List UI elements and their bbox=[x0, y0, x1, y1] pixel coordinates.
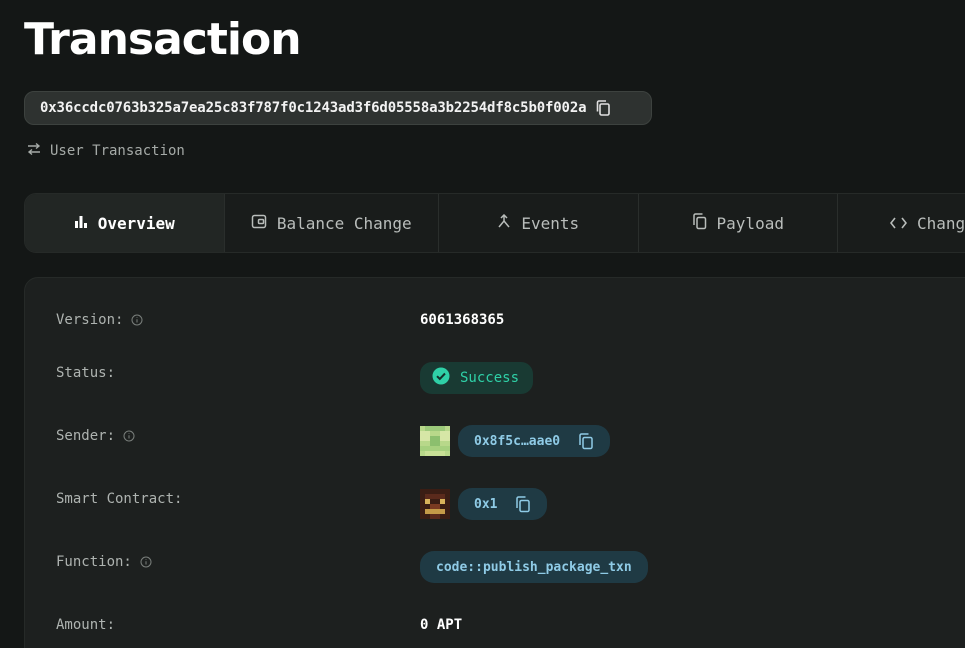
smart-contract-label: Smart Contract: bbox=[56, 491, 182, 507]
copy-doc-icon bbox=[692, 212, 707, 234]
info-icon[interactable] bbox=[123, 430, 135, 442]
transaction-type: User Transaction bbox=[26, 142, 185, 160]
label-text: Version: bbox=[56, 312, 124, 328]
amount-row: Amount: bbox=[56, 616, 115, 634]
label-text: Smart Contract: bbox=[56, 491, 183, 507]
tab-label: Payload bbox=[716, 213, 784, 233]
check-circle-icon bbox=[432, 367, 450, 389]
transaction-hash: 0x36ccdc0763b325a7ea25c83f787f0c1243ad3f… bbox=[40, 100, 587, 116]
transaction-type-label: User Transaction bbox=[50, 143, 185, 159]
version-row: Version: bbox=[56, 311, 143, 329]
amount-value-wrap: 0 APT bbox=[420, 616, 462, 634]
tab-changes[interactable]: Changes bbox=[838, 194, 965, 252]
amount-value: 0 APT bbox=[420, 617, 463, 633]
copy-icon[interactable] bbox=[594, 99, 612, 117]
contract-address: 0x1 bbox=[474, 496, 498, 512]
copy-icon[interactable] bbox=[578, 432, 594, 450]
label-text: Status: bbox=[56, 365, 116, 381]
smart-contract-row: Smart Contract: bbox=[56, 490, 182, 508]
code-icon bbox=[889, 214, 908, 233]
tab-label: Overview bbox=[97, 213, 175, 233]
function-row: Function: bbox=[56, 553, 152, 571]
wallet-icon bbox=[251, 214, 267, 233]
status-text: Success bbox=[460, 370, 520, 386]
sender-value-wrap: 0x8f5c…aae0 bbox=[420, 425, 611, 457]
amount-label: Amount: bbox=[56, 617, 115, 633]
sender-address-pill[interactable]: 0x8f5c…aae0 bbox=[458, 425, 611, 457]
tab-label: Events bbox=[521, 213, 580, 233]
status-row: Status: bbox=[56, 364, 115, 382]
tab-balance-change[interactable]: Balance Change bbox=[225, 194, 439, 252]
transaction-hash-pill: 0x36ccdc0763b325a7ea25c83f787f0c1243ad3f… bbox=[24, 91, 652, 125]
sender-address: 0x8f5c…aae0 bbox=[474, 433, 561, 449]
sender-row: Sender: bbox=[56, 427, 135, 445]
version-label: Version: bbox=[56, 312, 143, 328]
overview-panel: Version: 6061368365 Status: Success Send… bbox=[24, 277, 965, 648]
status-value-wrap: Success bbox=[420, 362, 534, 394]
contract-avatar bbox=[420, 489, 450, 519]
smart-contract-value-wrap: 0x1 bbox=[420, 488, 548, 520]
page-title: Transaction bbox=[24, 14, 302, 65]
status-badge: Success bbox=[420, 362, 534, 394]
function-value-wrap: code::publish_package_txn bbox=[420, 551, 648, 583]
tab-bar: Overview Balance Change Events Payload C… bbox=[24, 193, 965, 253]
copy-icon[interactable] bbox=[515, 495, 531, 513]
sender-avatar bbox=[420, 426, 450, 456]
function-label: Function: bbox=[56, 554, 152, 570]
tab-label: Changes bbox=[917, 213, 965, 233]
label-text: Sender: bbox=[56, 428, 116, 444]
events-icon bbox=[497, 213, 511, 233]
swap-arrows-icon bbox=[26, 142, 42, 160]
status-label: Status: bbox=[56, 365, 115, 381]
label-text: Function: bbox=[56, 554, 132, 570]
sender-label: Sender: bbox=[56, 428, 135, 444]
tab-label: Balance Change bbox=[276, 213, 412, 233]
contract-address-pill[interactable]: 0x1 bbox=[458, 488, 548, 520]
tab-events[interactable]: Events bbox=[439, 194, 639, 252]
tab-overview[interactable]: Overview bbox=[25, 194, 225, 252]
version-value-wrap: 6061368365 bbox=[420, 311, 504, 329]
function-name: code::publish_package_txn bbox=[436, 559, 632, 575]
info-icon[interactable] bbox=[131, 314, 143, 326]
bar-chart-icon bbox=[74, 214, 88, 233]
version-value: 6061368365 bbox=[420, 312, 505, 328]
tab-payload[interactable]: Payload bbox=[639, 194, 839, 252]
function-pill[interactable]: code::publish_package_txn bbox=[420, 551, 648, 583]
label-text: Amount: bbox=[56, 617, 116, 633]
info-icon[interactable] bbox=[140, 556, 152, 568]
